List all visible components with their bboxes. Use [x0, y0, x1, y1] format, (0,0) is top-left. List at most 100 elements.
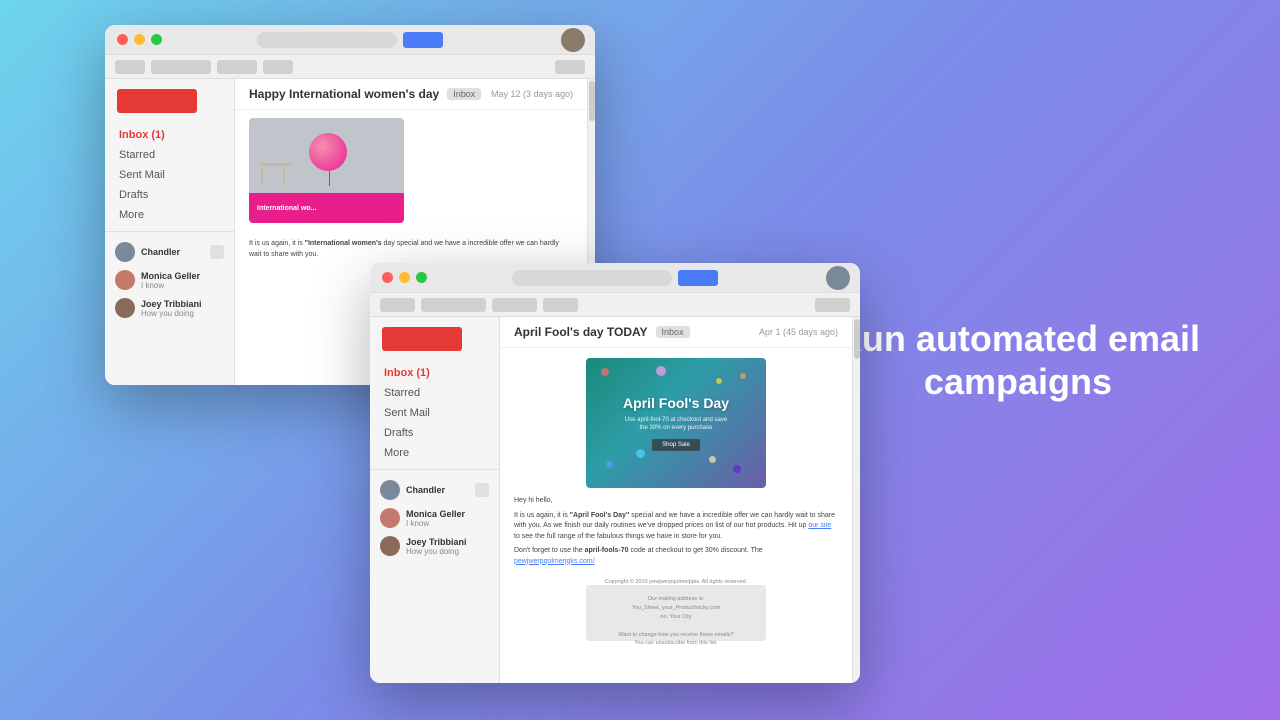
contact-name-monica-1: Monica Geller — [141, 271, 224, 281]
search-area — [257, 32, 443, 48]
email-window-2: Inbox (1) Starred Sent Mail Drafts More … — [370, 263, 860, 683]
toolbar-btn2-5[interactable] — [815, 298, 850, 312]
contact-name-joey-2: Joey Tribbiani — [406, 537, 489, 547]
search-input[interactable] — [257, 32, 397, 48]
contact-chandler-2[interactable]: Chandler — [370, 476, 499, 504]
scrollbar-2[interactable] — [852, 317, 860, 683]
april-fools-banner: April Fool's Day Use april-fool-70 at ch… — [586, 358, 766, 488]
confetti-dot-4 — [606, 461, 613, 468]
contact-preview-joey-2: How you doing — [406, 547, 489, 556]
inbox-badge-1: Inbox — [447, 88, 481, 100]
chair-icon — [261, 151, 296, 191]
confetti-dot-3 — [656, 366, 666, 376]
contact-name-joey-1: Joey Tribbiani — [141, 299, 224, 309]
maximize-icon-2[interactable] — [416, 272, 427, 283]
sidebar-item-starred-1[interactable]: Starred — [105, 145, 234, 165]
confetti-dot-2 — [716, 378, 722, 384]
womens-day-banner: International wo... — [249, 118, 404, 223]
sidebar-2: Inbox (1) Starred Sent Mail Drafts More … — [370, 317, 500, 683]
sidebar-item-more-1[interactable]: More — [105, 205, 234, 225]
promo-text: Run automated email campaigns — [836, 317, 1200, 403]
search-button[interactable] — [403, 32, 443, 48]
toolbar-btn2-1[interactable] — [380, 298, 415, 312]
sidebar-item-sentmail-2[interactable]: Sent Mail — [370, 403, 499, 423]
contact-joey-1[interactable]: Joey Tribbiani How you doing — [105, 294, 234, 322]
subject-text-2: April Fool's day TODAY — [514, 325, 648, 339]
scrollbar-thumb-2[interactable] — [854, 319, 860, 359]
toolbar-btn2-4[interactable] — [543, 298, 578, 312]
window-chrome-2 — [370, 263, 860, 293]
contact-preview-monica-2: I know — [406, 519, 489, 528]
contact-name-chandler-2: Chandler — [406, 485, 469, 495]
email-content-2[interactable]: April Fool's Day Use april-fool-70 at ch… — [500, 348, 852, 683]
confetti-dot-6 — [740, 373, 746, 379]
avatar-monica-1 — [115, 270, 135, 290]
minimize-icon[interactable] — [134, 34, 145, 45]
body-paragraph-1: It is us again, it is "April Fool's Day"… — [514, 511, 838, 543]
sidebar-item-starred-2[interactable]: Starred — [370, 383, 499, 403]
sidebar-item-inbox-2[interactable]: Inbox (1) — [370, 363, 499, 383]
scrollbar-thumb-1[interactable] — [589, 81, 595, 121]
contact-chandler-1[interactable]: Chandler — [105, 238, 234, 266]
avatar[interactable] — [561, 28, 585, 52]
sidebar-divider-1 — [105, 231, 234, 232]
shop-sale-button[interactable]: Shop Sale — [652, 439, 700, 451]
contact-joey-2[interactable]: Joey Tribbiani How you doing — [370, 532, 499, 560]
email-body-text-2: Hey hi hello, It is us again, it is "Apr… — [500, 488, 852, 579]
email-subject-row-2: April Fool's day TODAY Inbox Apr 1 (45 d… — [500, 317, 852, 348]
email-footer-banner: Copyright © 2019 pewjwerpqolmerjqks. All… — [586, 585, 766, 641]
confetti-dot-1 — [601, 368, 609, 376]
email-body-2: Inbox (1) Starred Sent Mail Drafts More … — [370, 317, 860, 683]
sidebar-item-sentmail-1[interactable]: Sent Mail — [105, 165, 234, 185]
avatar-joey-2 — [380, 536, 400, 556]
sidebar-1: Inbox (1) Starred Sent Mail Drafts More … — [105, 79, 235, 385]
sidebar-item-inbox-1[interactable]: Inbox (1) — [105, 125, 234, 145]
sidebar-divider-2 — [370, 469, 499, 470]
toolbar-btn2-2[interactable] — [421, 298, 486, 312]
sidebar-item-drafts-1[interactable]: Drafts — [105, 185, 234, 205]
compose-button-2[interactable] — [382, 327, 462, 351]
toolbar-btn-1[interactable] — [115, 60, 145, 74]
womens-banner-text: International wo... — [257, 205, 317, 212]
contact-badge-chandler-1 — [210, 245, 224, 259]
promo-line2: campaigns — [836, 360, 1200, 403]
confetti-dot-8 — [709, 456, 716, 463]
search-input-2[interactable] — [512, 270, 672, 286]
maximize-icon[interactable] — [151, 34, 162, 45]
sidebar-item-more-2[interactable]: More — [370, 443, 499, 463]
balloon-icon — [309, 133, 349, 181]
toolbar-btn-4[interactable] — [263, 60, 293, 74]
contact-monica-2[interactable]: Monica Geller I know — [370, 504, 499, 532]
footer-text: Copyright © 2019 pewjwerpqolmerjqks. All… — [597, 574, 756, 652]
confetti-dot-5 — [733, 465, 741, 473]
contact-preview-joey-1: How you doing — [141, 309, 224, 318]
close-icon[interactable] — [117, 34, 128, 45]
confetti-dot-7 — [636, 449, 645, 458]
april-banner-sub: Use april-fool-70 at checkout and saveth… — [625, 416, 727, 433]
window-chrome-1 — [105, 25, 595, 55]
contact-preview-monica-1: I know — [141, 281, 224, 290]
email-subject-row-1: Happy International women's day Inbox Ma… — [235, 79, 587, 110]
greeting: Hey hi hello, — [514, 496, 838, 507]
toolbar-btn-5[interactable] — [555, 60, 585, 74]
contact-monica-1[interactable]: Monica Geller I know — [105, 266, 234, 294]
subject-text-1: Happy International women's day — [249, 87, 439, 101]
sidebar-item-drafts-2[interactable]: Drafts — [370, 423, 499, 443]
april-banner-title: April Fool's Day — [623, 395, 729, 412]
inbox-badge-2: Inbox — [656, 326, 690, 338]
close-icon-2[interactable] — [382, 272, 393, 283]
toolbar-btn2-3[interactable] — [492, 298, 537, 312]
email-body-paragraph-1: It is us again, it is "International wom… — [249, 239, 573, 260]
search-button-2[interactable] — [678, 270, 718, 286]
toolbar-btn-2[interactable] — [151, 60, 211, 74]
body-paragraph-2: Don't forget to use the april-fools-70 c… — [514, 546, 838, 567]
email-date-2: Apr 1 (45 days ago) — [759, 327, 838, 337]
minimize-icon-2[interactable] — [399, 272, 410, 283]
promo-line1: Run automated email — [836, 317, 1200, 360]
avatar-2[interactable] — [826, 266, 850, 290]
email-date-1: May 12 (3 days ago) — [491, 89, 573, 99]
womens-banner-pink: International wo... — [249, 193, 404, 223]
compose-button-1[interactable] — [117, 89, 197, 113]
toolbar-btn-3[interactable] — [217, 60, 257, 74]
contact-badge-chandler-2 — [475, 483, 489, 497]
